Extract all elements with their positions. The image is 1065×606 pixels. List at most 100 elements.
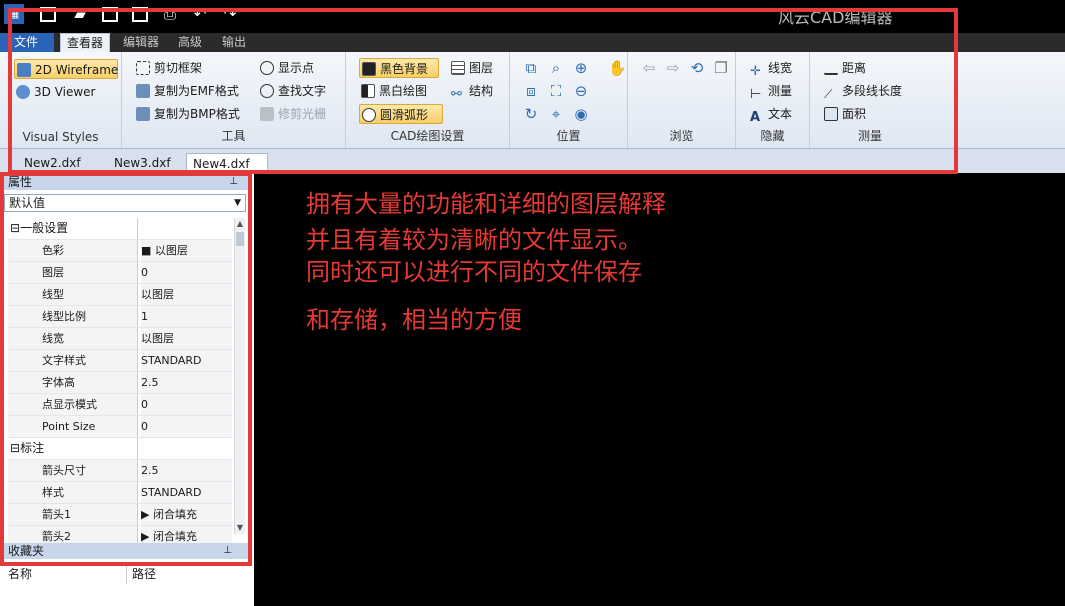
file-menu-button[interactable]: 文件 (0, 33, 54, 52)
text-icon: A (750, 110, 761, 125)
property-row[interactable]: 样式 STANDARD (8, 482, 232, 504)
line-width-icon: ✛ (750, 64, 761, 79)
new-file-icon[interactable] (40, 7, 56, 22)
property-row[interactable]: 箭头尺寸 2.5 (8, 460, 232, 482)
line-width-button[interactable]: ✛ 线宽 (748, 58, 792, 79)
print-preview-icon[interactable]: ⎙ (160, 4, 180, 24)
bw-drawing-button[interactable]: 黑白绘图 (359, 81, 427, 101)
crop-icon (136, 61, 150, 75)
orbit-icon[interactable]: ◉ (572, 105, 590, 123)
open-folder-icon[interactable]: ▰ (70, 4, 90, 24)
layers-icon (451, 61, 465, 75)
find-text-icon (260, 84, 274, 98)
black-background-button[interactable]: 黑色背景 (359, 58, 439, 78)
zoom-previous-icon[interactable]: ⌖ (547, 105, 565, 123)
2d-wireframe-button[interactable]: 2D Wireframe (14, 59, 118, 79)
forward-arrow-icon[interactable]: ⇨ (664, 59, 682, 77)
trim-raster-button[interactable]: 修剪光栅 (258, 104, 326, 124)
property-row[interactable]: 线型 以图层 (8, 284, 232, 306)
scroll-down-icon[interactable]: ▼ (235, 522, 245, 534)
collapse-icon[interactable]: ⊟ (10, 441, 20, 455)
save-icon[interactable] (102, 7, 118, 22)
collapse-icon[interactable]: ⊟ (10, 221, 20, 235)
3d-viewer-button[interactable]: 3D Viewer (14, 82, 95, 102)
hand-pan-icon[interactable]: ✋ (608, 59, 627, 77)
property-row[interactable]: 线宽 以图层 (8, 328, 232, 350)
undo-icon[interactable]: ↶ (190, 4, 210, 24)
doc-tab-new2[interactable]: New2.dxf (18, 153, 87, 173)
emf-icon (136, 84, 150, 98)
category-dimension[interactable]: ⊟标注 (8, 438, 232, 460)
scroll-up-icon[interactable]: ▲ (235, 218, 245, 230)
group-label-measure: 测量 (857, 129, 882, 143)
copy-emf-button[interactable]: 复制为EMF格式 (134, 81, 239, 101)
property-scrollbar[interactable]: ▲ ▼ (234, 218, 245, 534)
group-visual-styles: 2D Wireframe 3D Viewer Visual Styles (0, 52, 122, 148)
show-points-button[interactable]: 显示点 (258, 58, 314, 78)
hide-measure-button[interactable]: ⊢ 测量 (748, 81, 792, 102)
bmp-icon (136, 107, 150, 121)
app-logo-icon: ▦ (4, 4, 24, 24)
points-icon (260, 61, 274, 75)
column-path[interactable]: 路径 (132, 564, 156, 584)
category-general[interactable]: ⊟一般设置 (8, 218, 232, 240)
doc-tab-new4[interactable]: New4.dxf✕ (186, 153, 268, 193)
rotate-3d-icon[interactable]: ↻ (522, 105, 540, 123)
doc-tab-new3[interactable]: New3.dxf (108, 153, 177, 173)
zoom-window-icon[interactable]: ⌕ (547, 59, 565, 77)
ribbon-tab-bar: 文件 查看器 编辑器 高级 输出 (0, 33, 1065, 52)
ribbon: 2D Wireframe 3D Viewer Visual Styles 剪切框… (0, 52, 1065, 149)
property-row[interactable]: 点显示模式 0 (8, 394, 232, 416)
tab-viewer[interactable]: 查看器 (60, 33, 111, 52)
zoom-extents-icon[interactable]: ⛶ (547, 82, 565, 100)
pan-window-icon[interactable]: ⧉ (522, 59, 540, 77)
property-row[interactable]: Point Size 0 (8, 416, 232, 438)
back-arrow-icon[interactable]: ⇦ (640, 59, 658, 77)
find-text-button[interactable]: 查找文字 (258, 81, 326, 101)
column-divider[interactable] (126, 564, 127, 584)
tab-editor[interactable]: 编辑器 (117, 33, 165, 52)
group-measure: 距离 ⟋ 多段线长度 面积 测量 (810, 52, 930, 148)
black-bg-icon (362, 62, 376, 76)
area-button[interactable]: 面积 (822, 104, 866, 124)
distance-button[interactable]: 距离 (822, 58, 866, 78)
scroll-thumb[interactable] (236, 232, 244, 246)
fit-view-icon[interactable]: ⧈ (522, 82, 540, 100)
annotation-line-3: 同时还可以进行不同的文件保存 (306, 258, 642, 286)
left-panel: 属性 ⊥ 默认值 ▼ ⊟一般设置 色彩 ■ 以图层 图层 0 线型 以图层 线型比例 1… (0, 174, 254, 606)
distance-icon (824, 63, 838, 75)
crop-frame-button[interactable]: 剪切框架 (134, 58, 202, 78)
smooth-arcs-button[interactable]: 圆滑弧形 (359, 104, 443, 124)
pin-icon[interactable]: ⊥ (215, 543, 232, 559)
refresh-view-icon[interactable]: ⟲ (688, 59, 706, 77)
zoom-in-icon[interactable]: ⊕ (572, 59, 590, 77)
tab-advanced[interactable]: 高级 (172, 33, 208, 52)
text-button[interactable]: A 文本 (748, 104, 792, 125)
property-row[interactable]: 箭头1 ▶ 闭合填充 (8, 504, 232, 526)
copy-bmp-button[interactable]: 复制为BMP格式 (134, 104, 240, 124)
column-name[interactable]: 名称 (8, 564, 32, 584)
property-row[interactable]: 线型比例 1 (8, 306, 232, 328)
redo-icon[interactable]: ↷ (220, 4, 240, 24)
print-icon[interactable] (132, 7, 148, 22)
tab-output[interactable]: 输出 (216, 33, 252, 52)
3d-viewer-icon (16, 85, 30, 99)
annotation-line-2: 并且有着较为清晰的文件显示。 (306, 226, 642, 254)
zoom-out-icon[interactable]: ⊖ (572, 82, 590, 100)
polyline-icon: ⟋ (824, 87, 833, 101)
polyline-length-button[interactable]: ⟋ 多段线长度 (822, 81, 902, 101)
annotation-line-4: 和存储，相当的方便 (306, 306, 522, 334)
document-tabs: New2.dxf New3.dxf New4.dxf✕ (0, 149, 1065, 193)
copy-view-icon[interactable]: ❐ (712, 59, 730, 77)
layers-button[interactable]: 图层 (449, 58, 493, 78)
properties-header: 属性 ⊥ (0, 174, 248, 190)
property-row[interactable]: 色彩 ■ 以图层 (8, 240, 232, 262)
structure-button[interactable]: ⚯ 结构 (449, 81, 493, 102)
properties-selector[interactable]: 默认值 ▼ (4, 194, 246, 212)
group-label-tools: 工具 (221, 129, 246, 143)
group-hide: ✛ 线宽 ⊢ 测量 A 文本 隐藏 (736, 52, 810, 148)
property-row[interactable]: 图层 0 (8, 262, 232, 284)
property-row[interactable]: 文字样式 STANDARD (8, 350, 232, 372)
property-row[interactable]: 字体高 2.5 (8, 372, 232, 394)
pin-icon[interactable]: ⊥ (221, 174, 238, 190)
